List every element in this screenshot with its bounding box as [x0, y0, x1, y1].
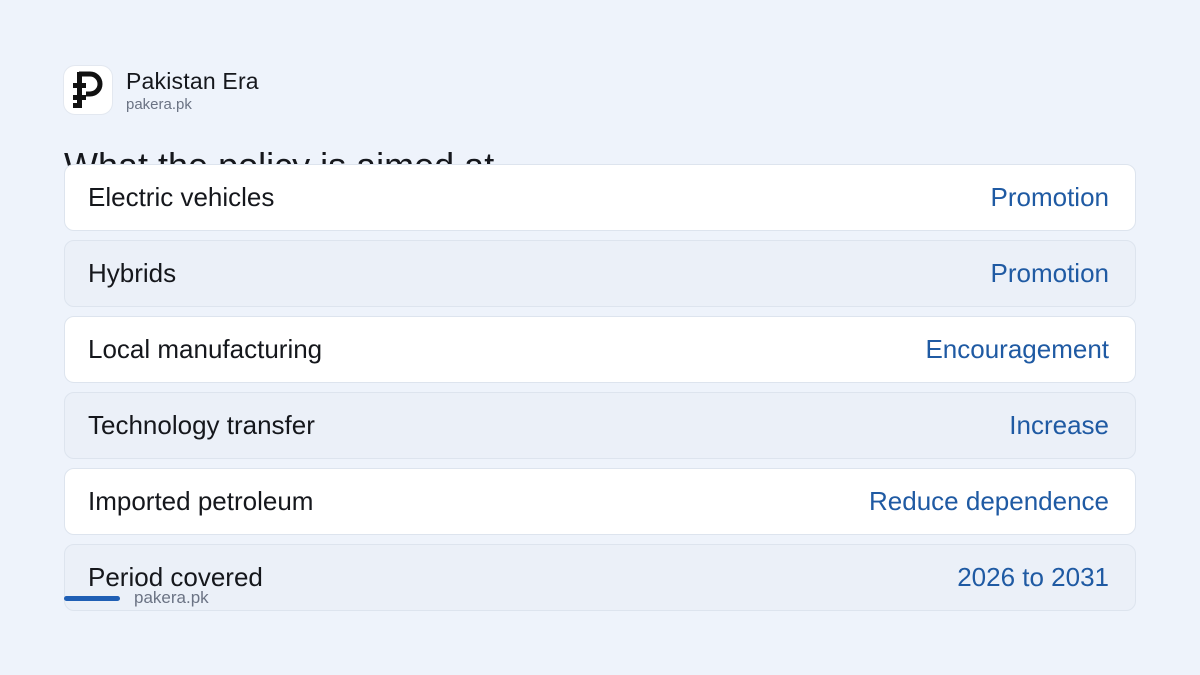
list-item: Technology transfer Increase: [64, 392, 1136, 459]
footer-url: pakera.pk: [134, 588, 209, 607]
brand-url: pakera.pk: [126, 96, 192, 113]
row-label: Technology transfer: [88, 410, 315, 440]
list-item: Hybrids Promotion: [64, 240, 1136, 307]
pakistan-era-logo-icon: [64, 66, 112, 114]
list-item: Imported petroleum Reduce dependence: [64, 468, 1136, 535]
row-value: Reduce dependence: [869, 486, 1109, 516]
accent-bar: [64, 595, 120, 601]
row-value: Promotion: [990, 182, 1110, 212]
list-item: Electric vehicles Promotion: [64, 164, 1136, 231]
list-item: Period covered 2026 to 2031: [64, 544, 1136, 611]
row-label: Local manufacturing: [88, 334, 323, 364]
row-label: Electric vehicles: [88, 182, 275, 212]
row-value: Increase: [1009, 410, 1109, 440]
row-value: Promotion: [990, 258, 1110, 288]
row-label: Imported petroleum: [88, 486, 314, 516]
footer: pakera.pk: [64, 588, 209, 608]
brand-name: Pakistan Era: [126, 68, 259, 94]
row-label: Hybrids: [88, 258, 177, 288]
row-value: Encouragement: [925, 334, 1109, 364]
list-item: Local manufacturing Encouragement: [64, 316, 1136, 383]
policy-aims-list: Electric vehicles Promotion Hybrids Prom…: [64, 164, 1136, 620]
row-value: 2026 to 2031: [957, 562, 1109, 592]
brand-header: Pakistan Era pakera.pk: [64, 66, 259, 115]
